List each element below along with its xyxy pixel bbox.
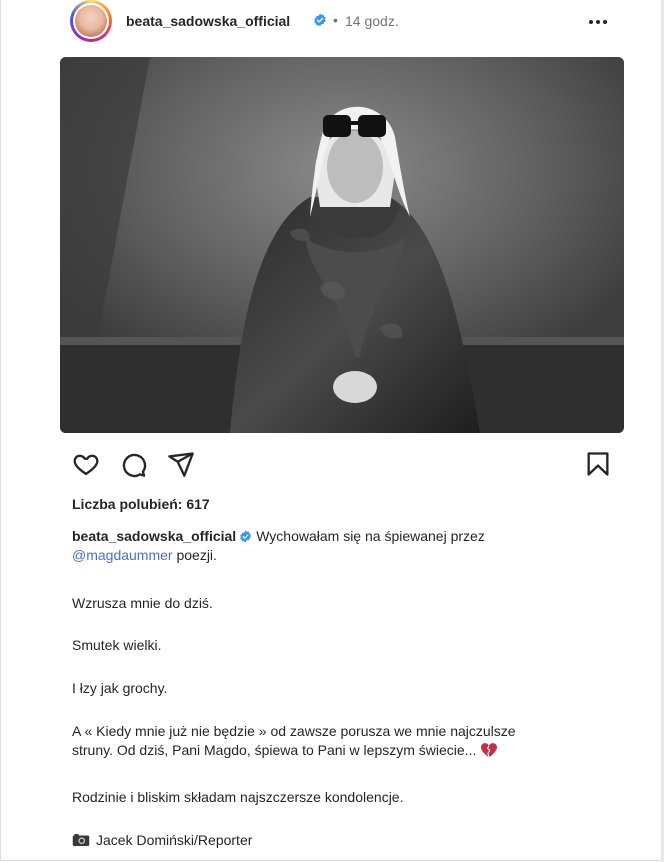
avatar[interactable]: [70, 0, 112, 42]
paper-plane-icon[interactable]: [167, 450, 195, 478]
caption-paragraph: Smutek wielki.: [72, 637, 162, 653]
caption-paragraph: Rodzinie i bliskim składam najszczersze …: [72, 789, 404, 805]
bookmark-icon[interactable]: [584, 450, 612, 478]
caption-paragraph: I łzy jak grochy.: [72, 680, 168, 696]
more-options-icon[interactable]: [586, 10, 610, 34]
photo-content: [60, 57, 624, 433]
post-photo[interactable]: [60, 57, 624, 433]
post-header: beata_sadowska_official • 14 godz.: [70, 0, 625, 46]
post-time[interactable]: 14 godz.: [345, 13, 399, 29]
verified-badge-icon: [240, 530, 252, 543]
camera-emoji: [72, 834, 90, 846]
caption-paragraph: Wzrusza mnie do dziś.: [72, 595, 213, 611]
caption-username[interactable]: beata_sadowska_official: [72, 528, 236, 544]
username-link[interactable]: beata_sadowska_official: [126, 13, 290, 29]
verified-badge-icon: [314, 13, 326, 27]
caption-paragraph: A « Kiedy mnie już nie będzie » od zawsz…: [72, 722, 612, 760]
caption-text-end: poezji.: [172, 547, 217, 563]
credit-text: Jacek Domiński/Reporter: [96, 832, 253, 848]
photo-credit: Jacek Domiński/Reporter: [72, 831, 612, 850]
caption-text: Wychowałam się na śpiewanej przez: [256, 528, 485, 544]
caption-line: A « Kiedy mnie już nie będzie » od zawsz…: [72, 723, 516, 739]
caption-line: struny. Od dziś, Pani Magdo, śpiewa to P…: [72, 742, 477, 758]
heart-outline-icon[interactable]: [72, 450, 100, 478]
post-actions: [72, 450, 612, 480]
comment-bubble-icon[interactable]: [119, 450, 147, 478]
broken-heart-emoji: [481, 743, 498, 758]
separator-dot: •: [333, 12, 338, 28]
post-caption: beata_sadowska_official Wychowałam się na…: [72, 527, 612, 565]
likes-count[interactable]: Liczba polubień: 617: [72, 496, 210, 512]
mention-link[interactable]: @magdaummer: [72, 547, 173, 563]
